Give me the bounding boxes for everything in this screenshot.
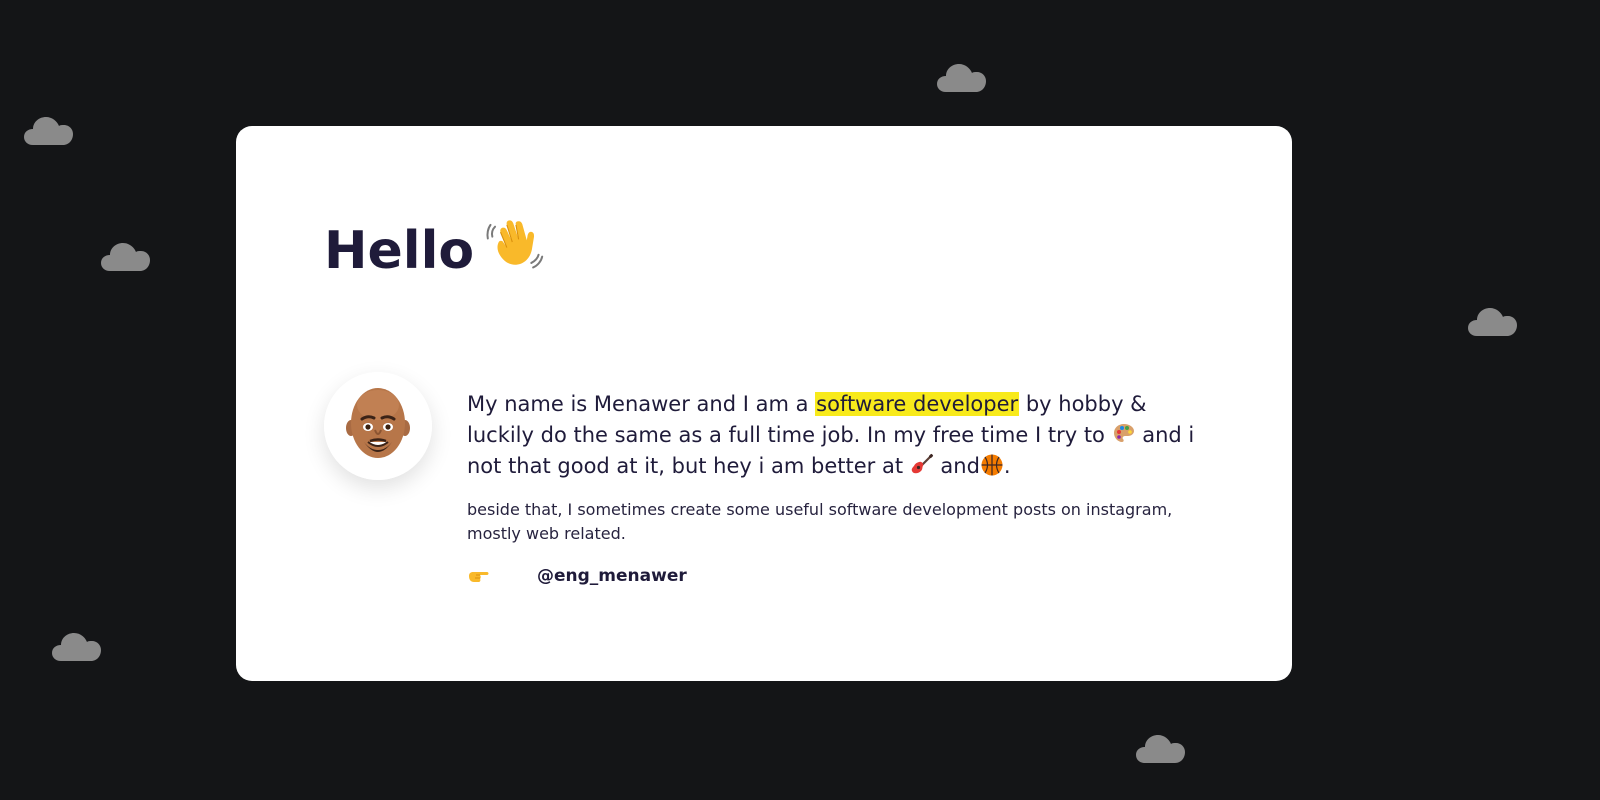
cloud-icon	[51, 629, 103, 663]
instagram-row: @eng_menawer	[467, 562, 1202, 590]
cloud-icon	[23, 113, 75, 147]
page-title: Hello	[324, 214, 544, 288]
highlighted-role: software developer	[815, 392, 1020, 416]
pointing-right-icon	[467, 564, 491, 588]
intro-text: .	[1003, 454, 1011, 478]
cloud-icon	[100, 239, 152, 273]
instagram-handle-link[interactable]: @eng_menawer	[537, 566, 687, 586]
guitar-icon	[910, 453, 934, 477]
about-card: Hello My name is Menawer and I am a soft…	[236, 126, 1292, 681]
memoji-avatar	[324, 372, 432, 480]
cloud-icon	[1467, 304, 1519, 338]
waving-hand-icon	[486, 214, 544, 272]
intro-paragraph: My name is Menawer and I am a software d…	[467, 389, 1202, 482]
title-text: Hello	[324, 221, 475, 281]
page-background: Hello My name is Menawer and I am a soft…	[0, 0, 1600, 800]
intro-text: and	[933, 454, 980, 478]
about-content: My name is Menawer and I am a software d…	[467, 389, 1202, 590]
secondary-paragraph: beside that, I sometimes create some use…	[467, 500, 1173, 543]
artist-palette-icon	[1112, 422, 1136, 446]
basketball-icon	[980, 453, 1004, 477]
intro-text: My name is Menawer and I am a	[467, 392, 816, 416]
cloud-icon	[936, 60, 988, 94]
cloud-icon	[1135, 731, 1187, 765]
